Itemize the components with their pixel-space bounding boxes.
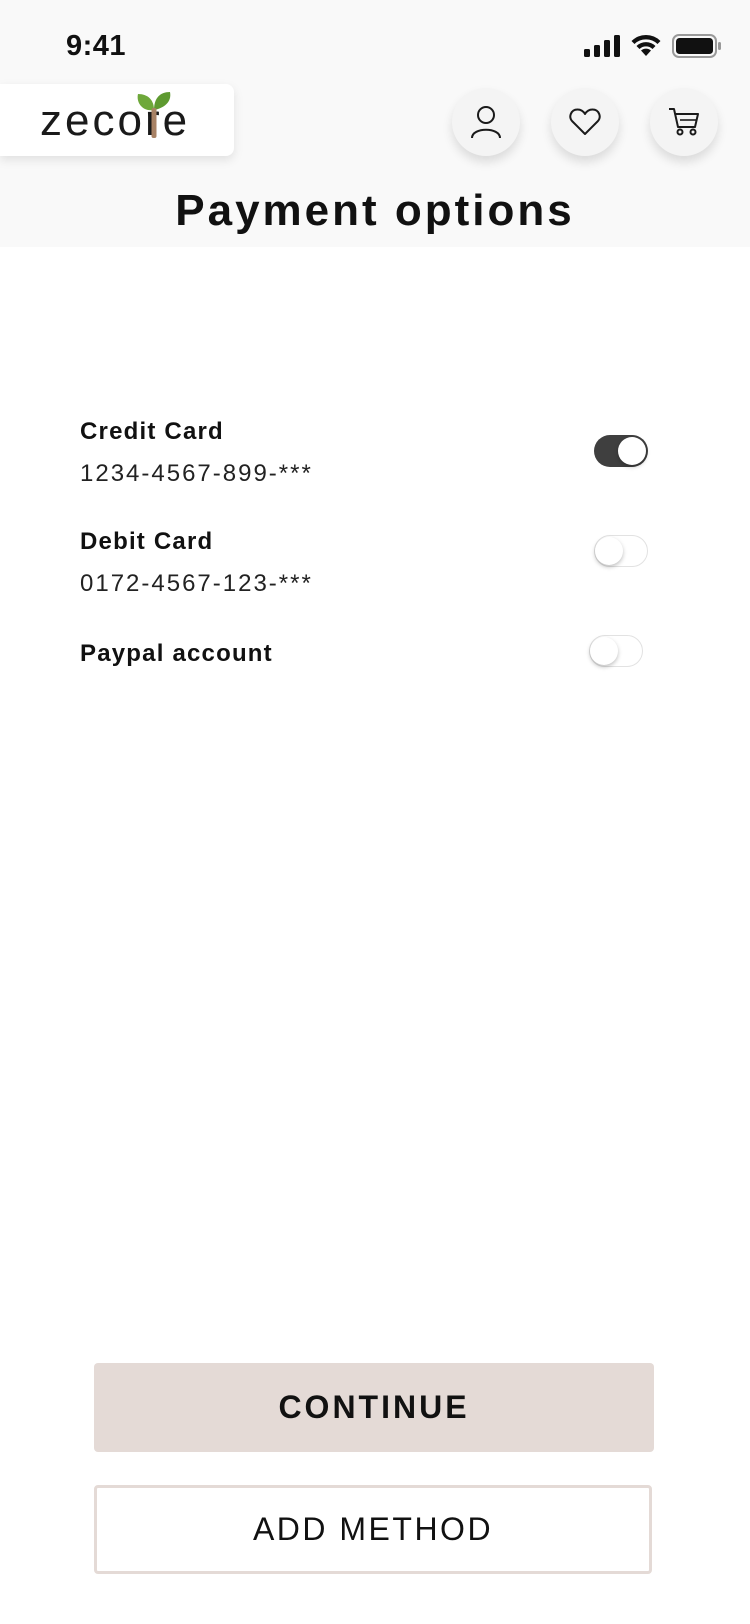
credit-card-toggle[interactable]	[594, 435, 648, 467]
payment-option-credit-card[interactable]: Credit Card 1234-4567-899-***	[80, 418, 670, 488]
logo[interactable]: zecore	[0, 84, 234, 156]
cart-button[interactable]	[650, 88, 718, 156]
status-time: 9:41	[66, 30, 127, 62]
account-button[interactable]	[452, 88, 520, 156]
status-icons	[584, 34, 722, 63]
option-number: 1234-4567-899-***	[80, 460, 313, 487]
paypal-toggle[interactable]	[589, 635, 643, 667]
wifi-icon	[630, 34, 662, 63]
toggle-knob	[595, 536, 623, 565]
add-method-button[interactable]: ADD METHOD	[94, 1485, 652, 1574]
option-label: Debit Card	[80, 528, 214, 555]
payment-option-paypal[interactable]: Paypal account	[80, 640, 670, 668]
battery-icon	[672, 34, 722, 63]
cart-icon	[669, 108, 699, 136]
user-icon	[471, 106, 501, 139]
toggle-knob	[618, 437, 646, 465]
debit-card-toggle[interactable]	[594, 535, 648, 567]
heart-icon	[569, 108, 601, 135]
payment-option-debit-card[interactable]: Debit Card 0172-4567-123-***	[80, 528, 670, 598]
wishlist-button[interactable]	[551, 88, 619, 156]
option-label: Paypal account	[80, 640, 273, 667]
page-title: Payment options	[175, 186, 575, 235]
option-label: Credit Card	[80, 418, 224, 445]
toggle-knob	[590, 636, 618, 665]
option-number: 0172-4567-123-***	[80, 570, 313, 597]
app-header: 9:41 zecore Payment options	[0, 0, 750, 247]
continue-button[interactable]: CONTINUE	[94, 1363, 654, 1452]
signal-icon	[584, 35, 620, 62]
sprout-icon	[137, 92, 171, 138]
